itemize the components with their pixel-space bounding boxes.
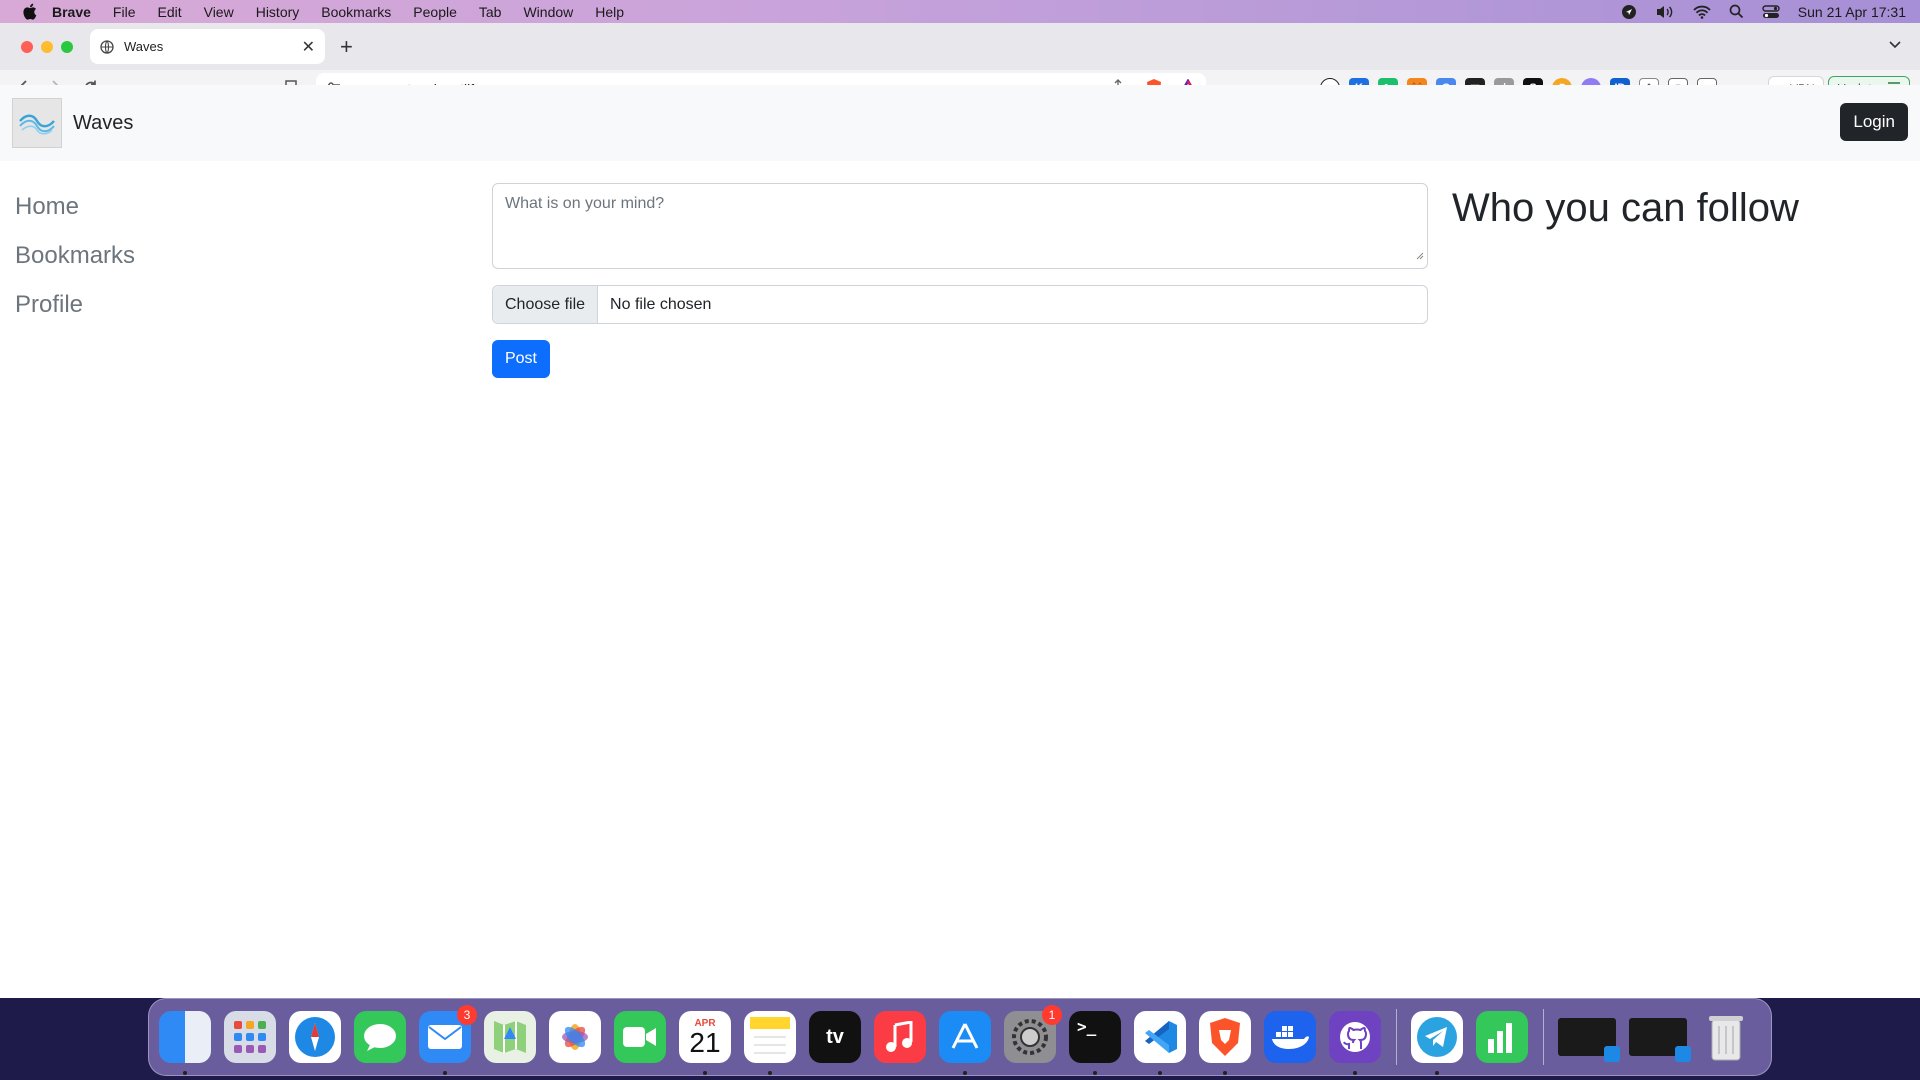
finder-icon[interactable] (159, 1011, 211, 1075)
numbers-icon[interactable] (1476, 1011, 1528, 1063)
menu-view[interactable]: View (204, 4, 234, 20)
menu-help[interactable]: Help (595, 4, 624, 20)
spotlight-search-icon[interactable] (1729, 4, 1744, 19)
menu-edit[interactable]: Edit (157, 4, 181, 20)
control-center-icon[interactable] (1762, 4, 1780, 19)
close-tab-icon[interactable]: ✕ (302, 37, 315, 57)
mail-badge: 3 (457, 1005, 477, 1025)
menu-file[interactable]: File (113, 4, 136, 20)
mail-icon[interactable]: 3 (419, 1005, 477, 1075)
brave-browser-icon[interactable] (1199, 1011, 1251, 1075)
dock-separator (1396, 1009, 1397, 1065)
web-page: Waves Login Home Bookmarks Profile What … (0, 85, 1920, 975)
minimize-window-button[interactable] (41, 40, 53, 53)
sidebar-item-profile[interactable]: Profile (15, 293, 135, 317)
launchpad-icon[interactable] (224, 1011, 276, 1063)
zoom-window-button[interactable] (61, 40, 73, 53)
menu-tab[interactable]: Tab (479, 4, 502, 20)
side-navigation: Home Bookmarks Profile (15, 195, 135, 342)
location-icon[interactable] (1621, 4, 1637, 20)
menu-history[interactable]: History (256, 4, 300, 20)
volume-icon[interactable] (1655, 4, 1675, 20)
sidebar-item-home[interactable]: Home (15, 195, 135, 219)
maps-icon[interactable] (484, 1011, 536, 1063)
telegram-icon[interactable] (1411, 1011, 1463, 1075)
github-desktop-icon[interactable] (1329, 1011, 1381, 1075)
trash-icon[interactable] (1700, 1011, 1752, 1063)
resize-grip-icon[interactable] (1416, 247, 1424, 265)
dock: 3 APR 21 tv 1 >_ (148, 998, 1772, 1076)
tab-strip: Waves ✕ + (0, 23, 1920, 70)
wifi-icon[interactable] (1693, 5, 1711, 19)
follow-suggestions-heading: Who you can follow (1452, 186, 1799, 230)
vscode-window-thumbnail-2[interactable] (1629, 1018, 1691, 1062)
menu-bar: Brave File Edit View History Bookmarks P… (0, 0, 1920, 23)
menu-bookmarks[interactable]: Bookmarks (321, 4, 391, 20)
choose-file-button[interactable]: Choose file (493, 286, 599, 323)
tab-list-chevron-icon[interactable] (1888, 37, 1902, 55)
notes-icon[interactable] (744, 1011, 796, 1075)
vscode-icon[interactable] (1134, 1011, 1186, 1075)
post-textarea[interactable]: What is on your mind? (492, 183, 1428, 269)
docker-icon[interactable] (1264, 1011, 1316, 1063)
file-input[interactable]: Choose file No file chosen (492, 285, 1428, 324)
close-window-button[interactable] (21, 40, 33, 53)
menu-app-name[interactable]: Brave (52, 4, 91, 20)
new-tab-icon[interactable]: + (340, 34, 353, 60)
sidebar-item-bookmarks[interactable]: Bookmarks (15, 244, 135, 268)
terminal-icon[interactable]: >_ (1069, 1011, 1121, 1075)
apple-icon[interactable] (20, 3, 38, 21)
music-icon[interactable] (874, 1011, 926, 1063)
waves-logo[interactable] (12, 98, 62, 148)
menu-window[interactable]: Window (523, 4, 573, 20)
site-navbar: Waves Login (0, 85, 1920, 161)
file-status: No file chosen (610, 295, 712, 313)
dock-separator-2 (1543, 1009, 1544, 1065)
calendar-icon[interactable]: APR 21 (679, 1011, 731, 1075)
messages-icon[interactable] (354, 1011, 406, 1063)
apple-tv-icon[interactable]: tv (809, 1011, 861, 1063)
site-brand[interactable]: Waves (73, 112, 133, 135)
post-placeholder: What is on your mind? (505, 195, 665, 212)
vscode-window-thumbnail-1[interactable] (1558, 1018, 1620, 1062)
post-composer: What is on your mind? Choose file No fil… (492, 183, 1428, 378)
app-store-icon[interactable] (939, 1011, 991, 1075)
tab-title: Waves (124, 39, 164, 54)
login-button[interactable]: Login (1840, 103, 1908, 141)
menubar-datetime[interactable]: Sun 21 Apr 17:31 (1798, 4, 1906, 20)
menu-people[interactable]: People (413, 4, 457, 20)
settings-badge: 1 (1042, 1005, 1062, 1025)
tab-waves[interactable]: Waves ✕ (90, 29, 325, 64)
calendar-day: 21 (689, 1026, 721, 1058)
globe-icon (100, 39, 114, 54)
post-button[interactable]: Post (492, 340, 550, 378)
facetime-icon[interactable] (614, 1011, 666, 1063)
photos-icon[interactable] (549, 1011, 601, 1063)
window-controls (21, 40, 73, 53)
safari-icon[interactable] (289, 1011, 341, 1063)
system-settings-icon[interactable]: 1 (1004, 1005, 1062, 1063)
